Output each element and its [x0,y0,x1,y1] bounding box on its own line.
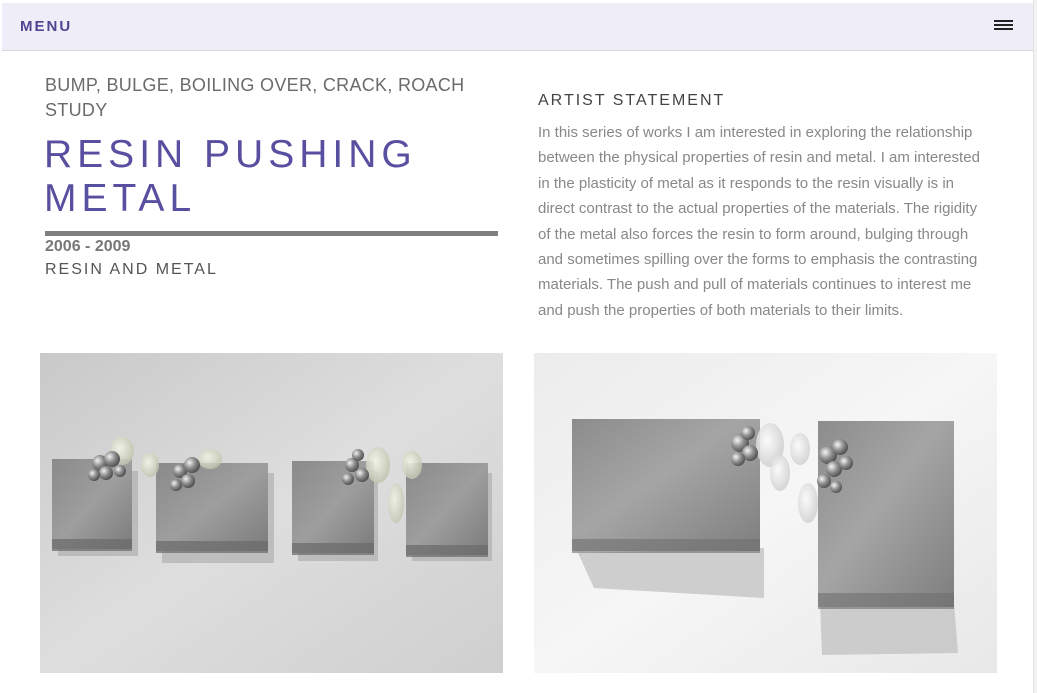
page: MENU BUMP, BULGE, BOILING OVER, CRACK, R… [0,0,1037,693]
title-divider [45,231,498,236]
artwork-photo-four-panels[interactable] [40,353,503,673]
artist-statement-heading: ARTIST STATEMENT [538,92,726,109]
artwork-photo-two-panels[interactable] [534,353,997,673]
menu-button[interactable]: MENU [20,18,72,35]
artist-statement-body: In this series of works I am interested … [538,124,980,319]
project-years: 2006 - 2009 [45,238,131,255]
top-navigation-bar: MENU [2,3,1033,51]
hamburger-menu-icon[interactable] [994,20,1013,33]
project-medium: RESIN AND METAL [45,261,218,278]
project-subtitle: BUMP, BULGE, BOILING OVER, CRACK, ROACH … [45,75,465,120]
scrollbar-track[interactable] [1033,0,1037,693]
project-title: RESIN PUSHING METAL [44,133,417,220]
